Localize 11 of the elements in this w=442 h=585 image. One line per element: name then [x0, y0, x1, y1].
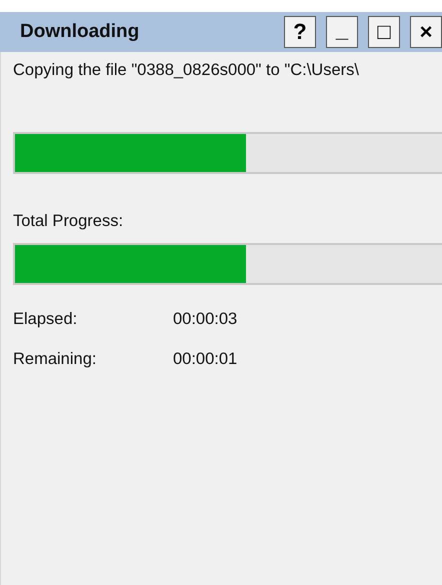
time-label: Remaining:	[13, 350, 98, 368]
time-value: 00:00:03	[173, 310, 238, 328]
time-value: 00:00:01	[173, 350, 238, 368]
close-button[interactable]: ×	[410, 16, 442, 48]
total-progress-label: Total Progress:	[13, 212, 124, 231]
minimize-button[interactable]: _	[326, 16, 358, 48]
help-button[interactable]: ?	[284, 16, 316, 48]
status-message: Copying the file "0388_0826s000" to "C:\Users\	[13, 61, 360, 79]
time-label: Elapsed:	[13, 310, 78, 328]
maximize-button[interactable]: □	[368, 16, 400, 48]
window-title: Downloading	[20, 21, 140, 43]
